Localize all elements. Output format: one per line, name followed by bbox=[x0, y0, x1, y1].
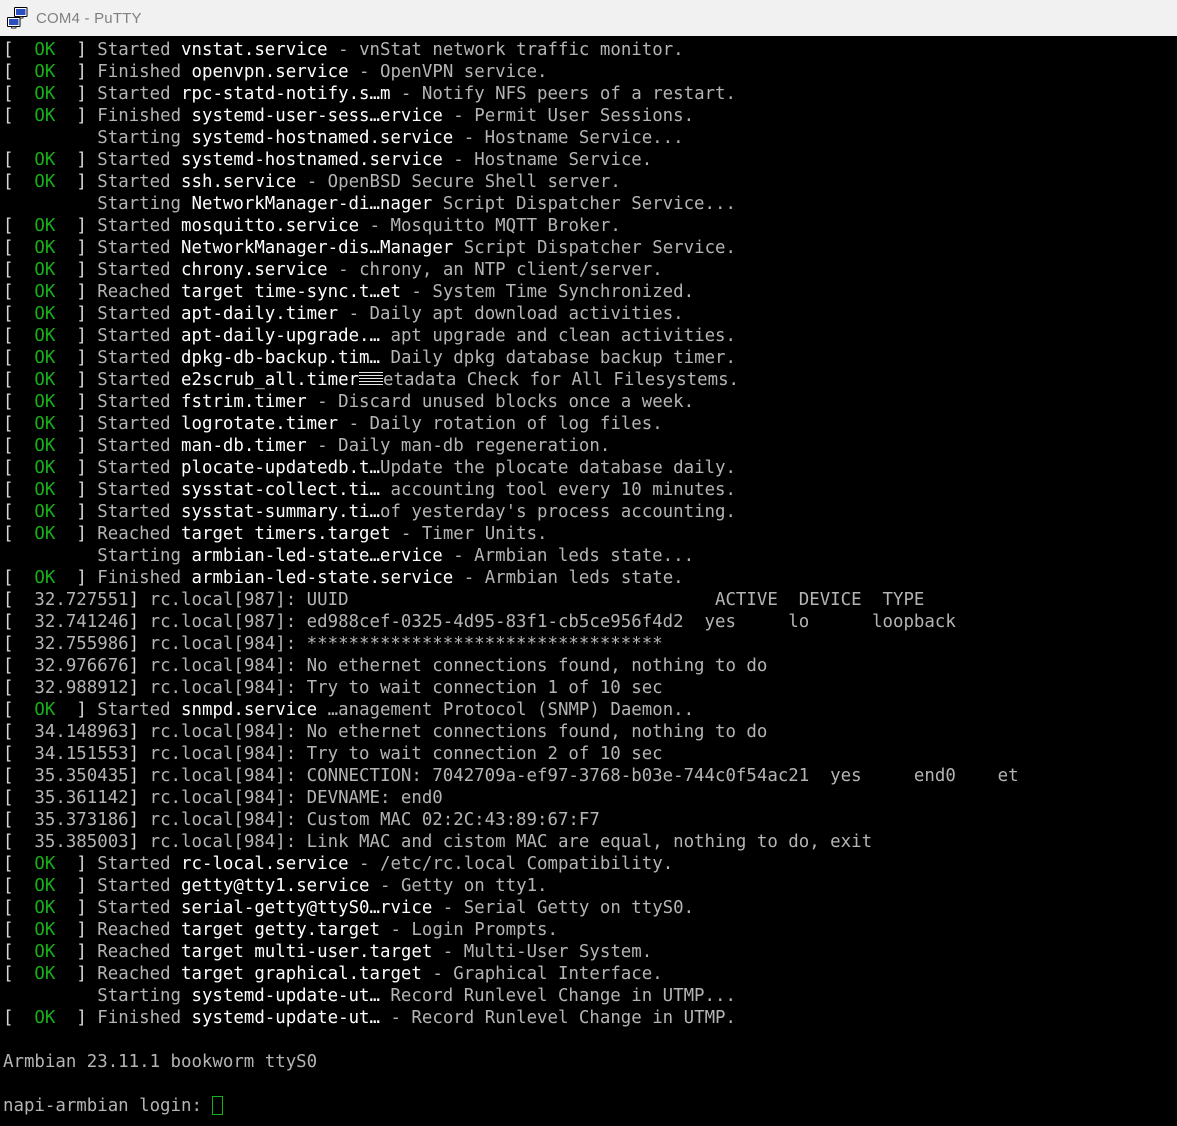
terminal-line-service: [ OK ] Started serial-getty@ttyS0…rvice … bbox=[3, 898, 695, 918]
terminal-line-service: [ OK ] Started snmpd.service …anagement … bbox=[3, 700, 695, 720]
terminal-line-kernel: [ 34.151553] rc.local[984]: Try to wait … bbox=[3, 744, 663, 764]
terminal-line-kernel: [ 32.741246] rc.local[987]: ed988cef-032… bbox=[3, 612, 956, 632]
terminal-banner: Armbian 23.11.1 bookworm ttyS0 bbox=[3, 1052, 318, 1072]
terminal-line-service: [ OK ] Started apt-daily.timer - Daily a… bbox=[3, 304, 684, 324]
terminal-line-service: [ OK ] Started systemd-hostnamed.service… bbox=[3, 150, 653, 170]
terminal-line-service: [ OK ] Started NetworkManager-dis…Manage… bbox=[3, 238, 736, 258]
terminal-line-service: [ OK ] Started apt-daily-upgrade.… apt u… bbox=[3, 326, 736, 346]
terminal-line-service: [ OK ] Finished armbian-led-state.servic… bbox=[3, 568, 684, 588]
terminal-line-service: [ OK ] Started mosquitto.service - Mosqu… bbox=[3, 216, 621, 236]
terminal-line-service: [ OK ] Started chrony.service - chrony, … bbox=[3, 260, 663, 280]
terminal-line-service: [ OK ] Started e2scrub_all.timer etadata … bbox=[3, 370, 740, 390]
terminal-line-kernel: [ 34.148963] rc.local[984]: No ethernet … bbox=[3, 722, 768, 742]
terminal-line-service: [ OK ] Started logrotate.timer - Daily r… bbox=[3, 414, 663, 434]
terminal-line-service: [ OK ] Finished openvpn.service - OpenVP… bbox=[3, 62, 548, 82]
terminal-line-service: [ OK ] Started dpkg-db-backup.tim… Daily… bbox=[3, 348, 736, 368]
terminal-line-service: [ OK ] Reached target time-sync.t…et - S… bbox=[3, 282, 695, 302]
terminal-line-service: [ OK ] Reached target multi-user.target … bbox=[3, 942, 653, 962]
terminal-line-service: [ ] Starting NetworkManager-di…nager Scr… bbox=[97, 194, 736, 214]
terminal-line-service: [ OK ] Started ssh.service - OpenBSD Sec… bbox=[3, 172, 621, 192]
garbled-glyph bbox=[359, 372, 384, 387]
terminal-line-service: [ OK ] Started fstrim.timer - Discard un… bbox=[3, 392, 695, 412]
terminal-line-kernel: [ 35.350435] rc.local[984]: CONNECTION: … bbox=[3, 766, 1019, 786]
terminal-screen[interactable]: [ OK ] Started vnstat.service - vnStat n… bbox=[0, 36, 1177, 1126]
terminal-line-service: [ OK ] Started rc-local.service - /etc/r… bbox=[3, 854, 674, 874]
terminal-line-service: [ ] Starting systemd-hostnamed.service -… bbox=[97, 128, 684, 148]
terminal-line-service: [ OK ] Started rpc-statd-notify.s…m - No… bbox=[3, 84, 736, 104]
window-titlebar[interactable]: COM4 - PuTTY bbox=[0, 0, 1177, 36]
terminal-line-service: [ OK ] Finished systemd-update-ut… - Rec… bbox=[3, 1008, 736, 1028]
terminal-line-service: [ OK ] Started sysstat-summary.ti…of yes… bbox=[3, 502, 736, 522]
text-cursor bbox=[212, 1096, 224, 1115]
putty-icon bbox=[7, 7, 28, 29]
terminal-output: [ OK ] Started vnstat.service - vnStat n… bbox=[3, 39, 1177, 1117]
terminal-line-kernel: [ 32.976676] rc.local[984]: No ethernet … bbox=[3, 656, 768, 676]
terminal-line-service: [ OK ] Finished systemd-user-sess…ervice… bbox=[3, 106, 695, 126]
login-prompt-label: napi-armbian login: bbox=[3, 1096, 213, 1116]
terminal-line-kernel: [ 32.755986] rc.local[984]: ************… bbox=[3, 634, 663, 654]
window-title: COM4 - PuTTY bbox=[36, 9, 142, 27]
terminal-line-service: [ OK ] Started sysstat-collect.ti… accou… bbox=[3, 480, 736, 500]
login-prompt[interactable]: napi-armbian login: bbox=[3, 1095, 1177, 1117]
terminal-line-kernel: [ 35.385003] rc.local[984]: Link MAC and… bbox=[3, 832, 873, 852]
terminal-line-service: [ ] Starting systemd-update-ut… Record R… bbox=[97, 986, 736, 1006]
terminal-line-kernel: [ 35.373186] rc.local[984]: Custom MAC 0… bbox=[3, 810, 600, 830]
terminal-line-service: [ OK ] Reached target graphical.target -… bbox=[3, 964, 663, 984]
terminal-line-service: [ OK ] Started man-db.timer - Daily man-… bbox=[3, 436, 611, 456]
terminal-line-kernel: [ 32.988912] rc.local[984]: Try to wait … bbox=[3, 678, 663, 698]
terminal-line-service: [ OK ] Started getty@tty1.service - Gett… bbox=[3, 876, 548, 896]
terminal-line-service: [ OK ] Reached target getty.target - Log… bbox=[3, 920, 558, 940]
terminal-line-kernel: [ 32.727551] rc.local[987]: UUID ACTIVE … bbox=[3, 590, 925, 610]
terminal-line-service: [ OK ] Started vnstat.service - vnStat n… bbox=[3, 40, 684, 60]
terminal-line-kernel: [ 35.361142] rc.local[984]: DEVNAME: end… bbox=[3, 788, 443, 808]
terminal-line-service: [ OK ] Started plocate-updatedb.t…Update… bbox=[3, 458, 736, 478]
terminal-line-service: [ ] Starting armbian-led-state…ervice - … bbox=[97, 546, 695, 566]
terminal-line-service: [ OK ] Reached target timers.target - Ti… bbox=[3, 524, 548, 544]
